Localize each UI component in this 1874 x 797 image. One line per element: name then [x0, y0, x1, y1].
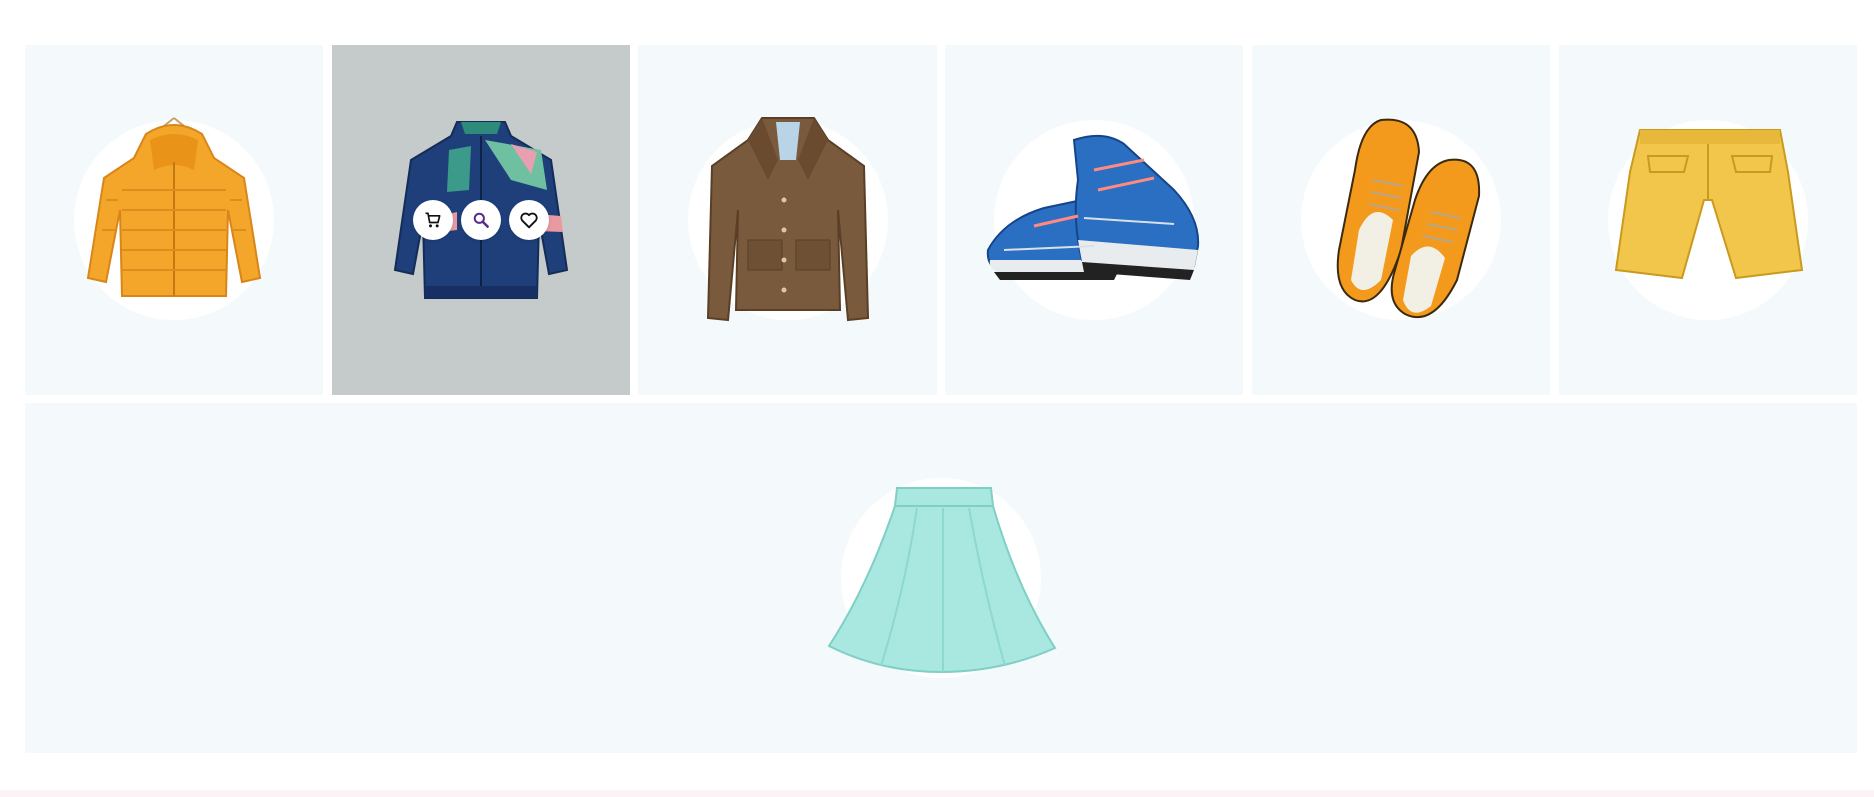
shorts-icon [1614, 129, 1803, 280]
footer-strip [0, 790, 1874, 797]
product-card[interactable] [1558, 45, 1857, 395]
search-icon [473, 212, 489, 228]
product-grid [25, 45, 1857, 753]
trench-jacket-icon [706, 117, 869, 322]
add-to-cart-button[interactable] [412, 200, 453, 240]
product-card[interactable] [638, 45, 937, 395]
product-card[interactable] [25, 403, 1857, 753]
add-to-wishlist-button[interactable] [508, 200, 549, 240]
oxford-shoes-icon [1336, 118, 1481, 319]
puffer-jacket-icon [87, 117, 262, 297]
quick-view-button[interactable] [460, 200, 501, 240]
sneakers-icon [987, 134, 1200, 280]
product-card[interactable] [1251, 45, 1551, 395]
hover-actions [412, 200, 549, 240]
product-card[interactable] [25, 45, 324, 395]
product-card-hovered[interactable] [331, 45, 631, 395]
cart-icon [425, 212, 441, 228]
skirt-icon [827, 487, 1057, 674]
product-card[interactable] [945, 45, 1244, 395]
heart-icon [520, 212, 538, 229]
